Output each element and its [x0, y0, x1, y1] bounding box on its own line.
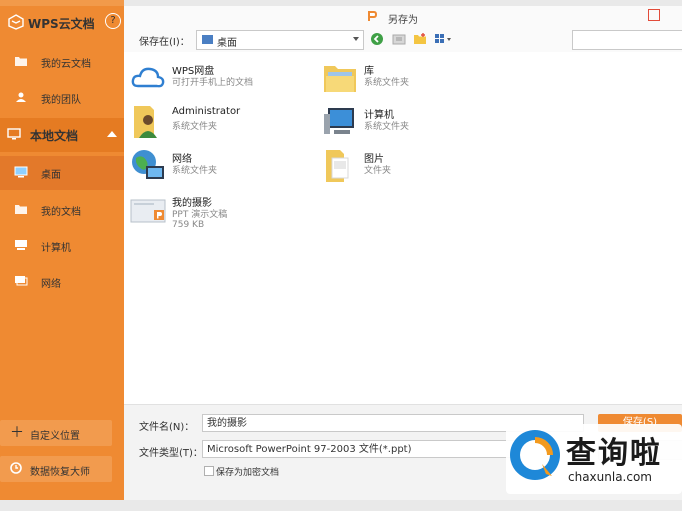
computer-icon	[324, 108, 354, 134]
library-folder-icon	[324, 66, 356, 92]
plus-icon: ＋	[10, 425, 24, 441]
wps-cloud-icon	[131, 67, 165, 88]
user-folder-icon	[134, 106, 157, 138]
collapse-arrow-icon[interactable]	[107, 131, 117, 137]
file-desc: 系统文件夹	[172, 122, 218, 132]
team-icon	[16, 92, 26, 102]
sidebar-section-local-docs[interactable]: 本地文档	[0, 118, 124, 152]
pictures-folder-icon	[326, 150, 349, 182]
filetype-label: 文件类型(T)：	[139, 448, 203, 459]
dialog-title: 另存为	[388, 15, 418, 26]
network-globe-icon	[132, 150, 164, 179]
filename-label: 文件名(N)：	[139, 422, 195, 433]
sidebar-item-label: 我的团队	[41, 95, 81, 106]
file-desc: 文件夹	[364, 166, 392, 176]
custom-location-button[interactable]: ＋ 自定义位置	[0, 420, 112, 446]
chevron-down-icon	[353, 37, 359, 41]
data-recovery-button[interactable]: 数据恢复大师	[0, 456, 112, 482]
location-value: 桌面	[217, 38, 237, 49]
close-button[interactable]	[648, 9, 660, 21]
watermark-text: 查询啦	[566, 436, 662, 471]
monitor-icon	[7, 128, 21, 140]
button-label: 数据恢复大师	[30, 467, 90, 478]
file-item-my-photography[interactable]: 我的摄影 PPT 演示文稿 759 KB	[130, 192, 310, 236]
file-item-network[interactable]: 网络 系统文件夹	[130, 148, 310, 188]
sidebar-item-label: 我的云文档	[41, 59, 91, 70]
sidebar-item-my-documents[interactable]: 我的文档	[0, 193, 124, 227]
search-input[interactable]	[572, 30, 682, 50]
file-desc: 可打开手机上的文档	[172, 78, 254, 88]
file-item-pictures[interactable]: 图片 文件夹	[322, 148, 502, 188]
wps-presentation-icon	[368, 11, 377, 21]
wps-cloud-logo-icon	[8, 14, 24, 30]
encrypt-checkbox[interactable]	[204, 466, 214, 476]
sidebar-brand: WPS云文档 ?	[8, 12, 124, 34]
section-label: 本地文档	[30, 129, 79, 143]
file-desc: 系统文件夹	[364, 122, 410, 132]
file-item-library[interactable]: 库 系统文件夹	[322, 60, 502, 100]
bottom-window-edge	[0, 500, 682, 511]
sidebar-item-label: 我的文档	[41, 207, 81, 218]
desktop-icon	[14, 166, 28, 178]
folder-icon	[15, 205, 27, 214]
watermark-url: chaxunla.com	[568, 470, 652, 484]
file-name: Administrator	[172, 106, 241, 117]
file-size: 759 KB	[172, 220, 205, 230]
ppt-file-icon	[130, 199, 166, 223]
file-desc: 系统文件夹	[172, 166, 218, 176]
sidebar-item-network[interactable]: 网络	[0, 265, 124, 299]
sidebar-item-computer[interactable]: 计算机	[0, 229, 124, 263]
desktop-icon	[202, 35, 213, 44]
filetype-dropdown[interactable]: Microsoft PowerPoint 97-2003 文件(*.ppt)	[202, 440, 518, 458]
encrypt-label: 保存为加密文档	[216, 468, 280, 478]
sidebar-item-desktop[interactable]: 桌面	[0, 156, 124, 190]
cloud-folder-icon	[15, 57, 27, 66]
computer-icon	[15, 240, 27, 250]
chaxunla-logo-icon	[510, 430, 560, 480]
file-item-wps-cloud[interactable]: WPS网盘 可打开手机上的文档	[130, 60, 310, 100]
sidebar-item-my-cloud-docs[interactable]: 我的云文档	[0, 45, 124, 79]
file-desc: 系统文件夹	[364, 78, 410, 88]
recovery-icon	[10, 462, 22, 474]
sidebar-item-label: 计算机	[41, 243, 71, 254]
new-folder-icon[interactable]	[413, 32, 427, 46]
file-item-administrator[interactable]: Administrator 系统文件夹	[130, 104, 310, 144]
network-icon	[15, 276, 28, 286]
file-desc: PPT 演示文稿	[172, 210, 228, 220]
location-dropdown[interactable]: 桌面	[196, 30, 364, 50]
sidebar-item-label: 桌面	[41, 170, 61, 181]
save-in-label: 保存在(I)：	[139, 37, 190, 48]
sidebar-item-label: 网络	[41, 279, 61, 290]
sidebar-item-my-team[interactable]: 我的团队	[0, 81, 124, 115]
view-menu-icon[interactable]	[434, 32, 454, 46]
help-icon[interactable]: ?	[105, 13, 121, 29]
back-icon[interactable]	[370, 32, 384, 46]
file-item-computer[interactable]: 计算机 系统文件夹	[322, 104, 502, 144]
brand-name: WPS云文档	[28, 17, 95, 31]
up-folder-icon[interactable]	[392, 32, 406, 46]
sidebar-top-edge	[0, 0, 124, 6]
button-label: 自定义位置	[30, 431, 80, 442]
